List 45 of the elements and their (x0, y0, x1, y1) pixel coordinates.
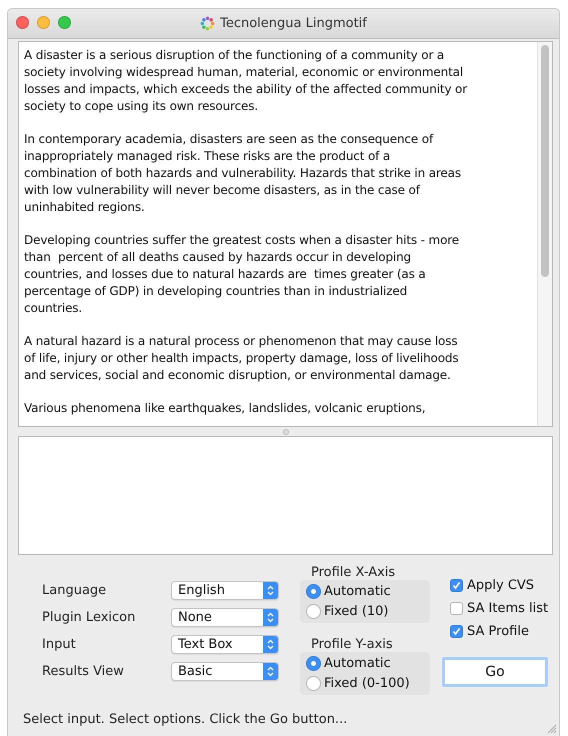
stepper-icon (263, 663, 278, 680)
option-label: Input (42, 636, 77, 654)
close-button[interactable] (16, 16, 29, 29)
stepper-icon (263, 582, 278, 599)
window-title: Tecnolengua Lingmotif (220, 16, 367, 31)
checkbox[interactable] (450, 579, 463, 592)
stepper-icon (263, 609, 278, 626)
radio-label: Fixed (0-100) (324, 676, 410, 690)
group-title: Profile Y-axis (310, 637, 394, 652)
option-label: Results View (42, 663, 125, 681)
paragraph: A natural hazard is a natural process or phenomenon that may cause loss of life, injury or other health impacts, property damage, loss of livelihoods and services, social and economic disruption, or environmental damage. (24, 333, 460, 384)
paragraph: In contemporary academia, disasters are seen as the consequence of inappropriately managed risk. These risks are the product of a combination of both hazards and vulnerability. Hazards that strike in areas with low vulnerability will never become disasters, as in the case of uninhabited regions. (24, 131, 462, 216)
paragraph: Various phenomena like earthquakes, landslides, volcanic eruptions, (24, 400, 426, 417)
text-input-area[interactable] (18, 41, 553, 427)
radio-label: Automatic (324, 656, 391, 670)
resize-grip-icon[interactable] (546, 723, 557, 734)
checkbox-label: Apply CVS (467, 578, 534, 593)
zoom-button[interactable] (58, 16, 71, 29)
radio-button[interactable] (306, 604, 321, 618)
checkbox-label: SA Profile (467, 624, 529, 639)
dropdown[interactable]: None (171, 608, 279, 627)
radio-button[interactable] (306, 584, 321, 598)
minimize-button[interactable] (37, 16, 50, 29)
radio-button[interactable] (306, 676, 321, 690)
stepper-icon (263, 636, 278, 653)
paragraph: A disaster is a serious disruption of the functioning of a community or a society involving widespread human, material, economic or environmental losses and impacts, which exceeds the ability of the affected community or society to cope using its own resources. (24, 47, 468, 115)
radio-label: Automatic (324, 584, 391, 598)
dropdown[interactable]: Basic (171, 662, 279, 681)
dropdown[interactable]: Text Box (171, 635, 279, 654)
status-text: Select input. Select options. Click the Go button... (22, 711, 348, 727)
go-button[interactable]: Go (442, 657, 548, 687)
checkbox[interactable] (450, 602, 463, 615)
ring-logo-icon (200, 16, 216, 31)
option-label: Language (42, 582, 108, 600)
radio-label: Fixed (10) (324, 604, 389, 618)
option-label: Plugin Lexicon (42, 609, 136, 627)
dropdown[interactable]: English (171, 581, 279, 600)
checkbox[interactable] (450, 625, 463, 638)
checkbox-label: SA Items list (467, 601, 548, 616)
radio-button[interactable] (306, 656, 321, 670)
scrollbar[interactable] (537, 42, 552, 426)
splitter-handle[interactable] (282, 428, 288, 434)
group-title: Profile X-Axis (310, 565, 396, 580)
paragraph: Developing countries suffer the greatest costs when a disaster hits - more than percent of all deaths caused by hazards occur in developing countries, and losses due to natural hazards are times greater (as a percentage of GDP) in developing countries than in industrialized countries. (24, 232, 460, 317)
results-area[interactable] (18, 436, 553, 555)
